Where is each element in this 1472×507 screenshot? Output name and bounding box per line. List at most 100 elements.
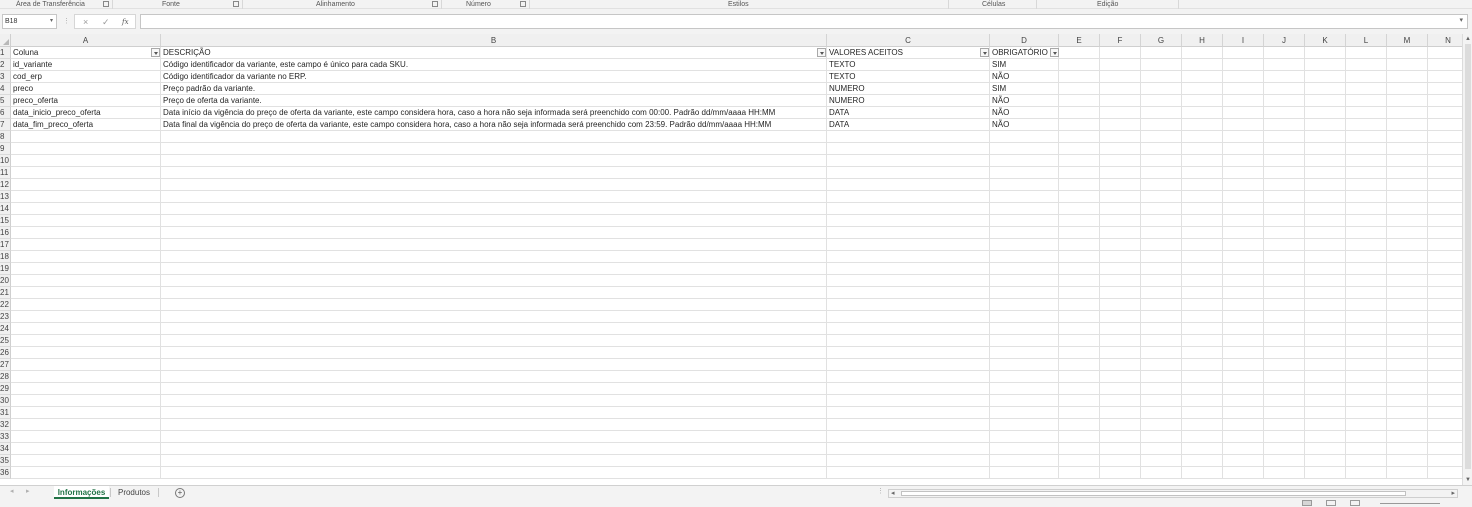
table-cell[interactable] <box>1100 443 1141 455</box>
row-header[interactable]: 2 <box>0 59 11 71</box>
table-cell[interactable] <box>1182 179 1223 191</box>
column-header-g[interactable]: G <box>1141 34 1182 47</box>
table-cell[interactable] <box>1100 383 1141 395</box>
column-header-h[interactable]: H <box>1182 34 1223 47</box>
table-cell[interactable] <box>827 263 990 275</box>
table-cell[interactable] <box>1223 119 1264 131</box>
table-cell[interactable] <box>161 335 827 347</box>
table-cell[interactable] <box>1223 131 1264 143</box>
table-cell[interactable] <box>990 455 1059 467</box>
table-cell[interactable] <box>1182 131 1223 143</box>
table-cell[interactable] <box>1182 299 1223 311</box>
table-cell[interactable] <box>1141 179 1182 191</box>
table-cell[interactable] <box>1346 383 1387 395</box>
table-cell[interactable] <box>1305 107 1346 119</box>
table-cell[interactable] <box>990 443 1059 455</box>
table-cell[interactable] <box>827 239 990 251</box>
table-cell[interactable] <box>1141 395 1182 407</box>
table-cell[interactable] <box>827 227 990 239</box>
vertical-scroll-thumb[interactable] <box>1465 44 1471 469</box>
table-cell[interactable] <box>11 335 161 347</box>
table-header-cell[interactable] <box>1428 47 1462 59</box>
table-cell[interactable] <box>1223 239 1264 251</box>
table-cell[interactable] <box>1182 215 1223 227</box>
table-cell[interactable] <box>1428 143 1462 155</box>
table-cell[interactable] <box>990 287 1059 299</box>
table-cell[interactable] <box>1059 131 1100 143</box>
table-header-cell[interactable] <box>1100 47 1141 59</box>
table-header-cell[interactable]: DESCRIÇÃO <box>161 47 827 59</box>
table-cell[interactable] <box>1100 335 1141 347</box>
table-cell[interactable] <box>161 179 827 191</box>
table-cell[interactable] <box>1223 431 1264 443</box>
table-cell[interactable] <box>1264 359 1305 371</box>
table-cell[interactable] <box>1141 71 1182 83</box>
table-cell[interactable] <box>1264 407 1305 419</box>
tab-informacoes[interactable]: Informações <box>54 486 109 499</box>
table-cell[interactable] <box>990 323 1059 335</box>
table-cell[interactable] <box>1264 347 1305 359</box>
table-cell[interactable] <box>1100 155 1141 167</box>
table-cell[interactable] <box>161 215 827 227</box>
table-cell[interactable] <box>1100 131 1141 143</box>
table-cell[interactable] <box>161 167 827 179</box>
table-cell[interactable]: Data início da vigência do preço de ofer… <box>161 107 827 119</box>
next-sheet-icon[interactable]: ▸ <box>26 487 30 495</box>
table-cell[interactable] <box>827 467 990 479</box>
table-cell[interactable] <box>161 443 827 455</box>
table-cell[interactable] <box>1264 431 1305 443</box>
table-header-cell[interactable] <box>1141 47 1182 59</box>
table-cell[interactable] <box>1305 419 1346 431</box>
table-cell[interactable] <box>1223 323 1264 335</box>
table-cell[interactable] <box>1059 395 1100 407</box>
row-header[interactable]: 28 <box>0 371 11 383</box>
table-cell[interactable] <box>1264 383 1305 395</box>
table-cell[interactable] <box>1100 395 1141 407</box>
table-cell[interactable] <box>1182 395 1223 407</box>
table-cell[interactable] <box>1182 143 1223 155</box>
table-cell[interactable] <box>990 407 1059 419</box>
table-cell[interactable] <box>1387 383 1428 395</box>
table-header-cell[interactable] <box>1305 47 1346 59</box>
table-cell[interactable] <box>1059 275 1100 287</box>
table-cell[interactable] <box>11 203 161 215</box>
table-cell[interactable]: Data final da vigência do preço de ofert… <box>161 119 827 131</box>
table-cell[interactable]: NÃO <box>990 107 1059 119</box>
table-cell[interactable] <box>1387 455 1428 467</box>
table-cell[interactable] <box>1059 155 1100 167</box>
table-cell[interactable] <box>1182 95 1223 107</box>
scroll-up-icon[interactable]: ▲ <box>1465 36 1471 42</box>
row-header[interactable]: 26 <box>0 347 11 359</box>
column-header-f[interactable]: F <box>1100 34 1141 47</box>
table-cell[interactable] <box>1387 275 1428 287</box>
table-cell[interactable] <box>1223 407 1264 419</box>
row-header[interactable]: 19 <box>0 263 11 275</box>
table-cell[interactable] <box>1305 95 1346 107</box>
table-cell[interactable] <box>11 455 161 467</box>
table-cell[interactable] <box>1100 311 1141 323</box>
table-cell[interactable] <box>1100 347 1141 359</box>
table-cell[interactable] <box>11 383 161 395</box>
scroll-right-icon[interactable]: ▸ <box>1451 489 1455 497</box>
table-cell[interactable] <box>1141 335 1182 347</box>
table-cell[interactable] <box>1428 167 1462 179</box>
vertical-scrollbar[interactable]: ▲ ▼ <box>1462 34 1472 485</box>
table-cell[interactable] <box>1346 395 1387 407</box>
table-cell[interactable] <box>1100 239 1141 251</box>
previous-sheet-icon[interactable]: ◂ <box>10 487 14 495</box>
table-cell[interactable] <box>1264 215 1305 227</box>
column-header-m[interactable]: M <box>1387 34 1428 47</box>
table-cell[interactable] <box>161 263 827 275</box>
table-cell[interactable] <box>827 287 990 299</box>
table-cell[interactable] <box>1182 275 1223 287</box>
column-header-a[interactable]: A <box>11 34 161 47</box>
table-cell[interactable] <box>161 311 827 323</box>
table-cell[interactable] <box>1428 251 1462 263</box>
table-cell[interactable] <box>827 335 990 347</box>
table-cell[interactable] <box>1346 215 1387 227</box>
row-header[interactable]: 3 <box>0 71 11 83</box>
table-cell[interactable] <box>990 275 1059 287</box>
row-header[interactable]: 31 <box>0 407 11 419</box>
table-cell[interactable] <box>1223 467 1264 479</box>
table-cell[interactable] <box>1141 263 1182 275</box>
